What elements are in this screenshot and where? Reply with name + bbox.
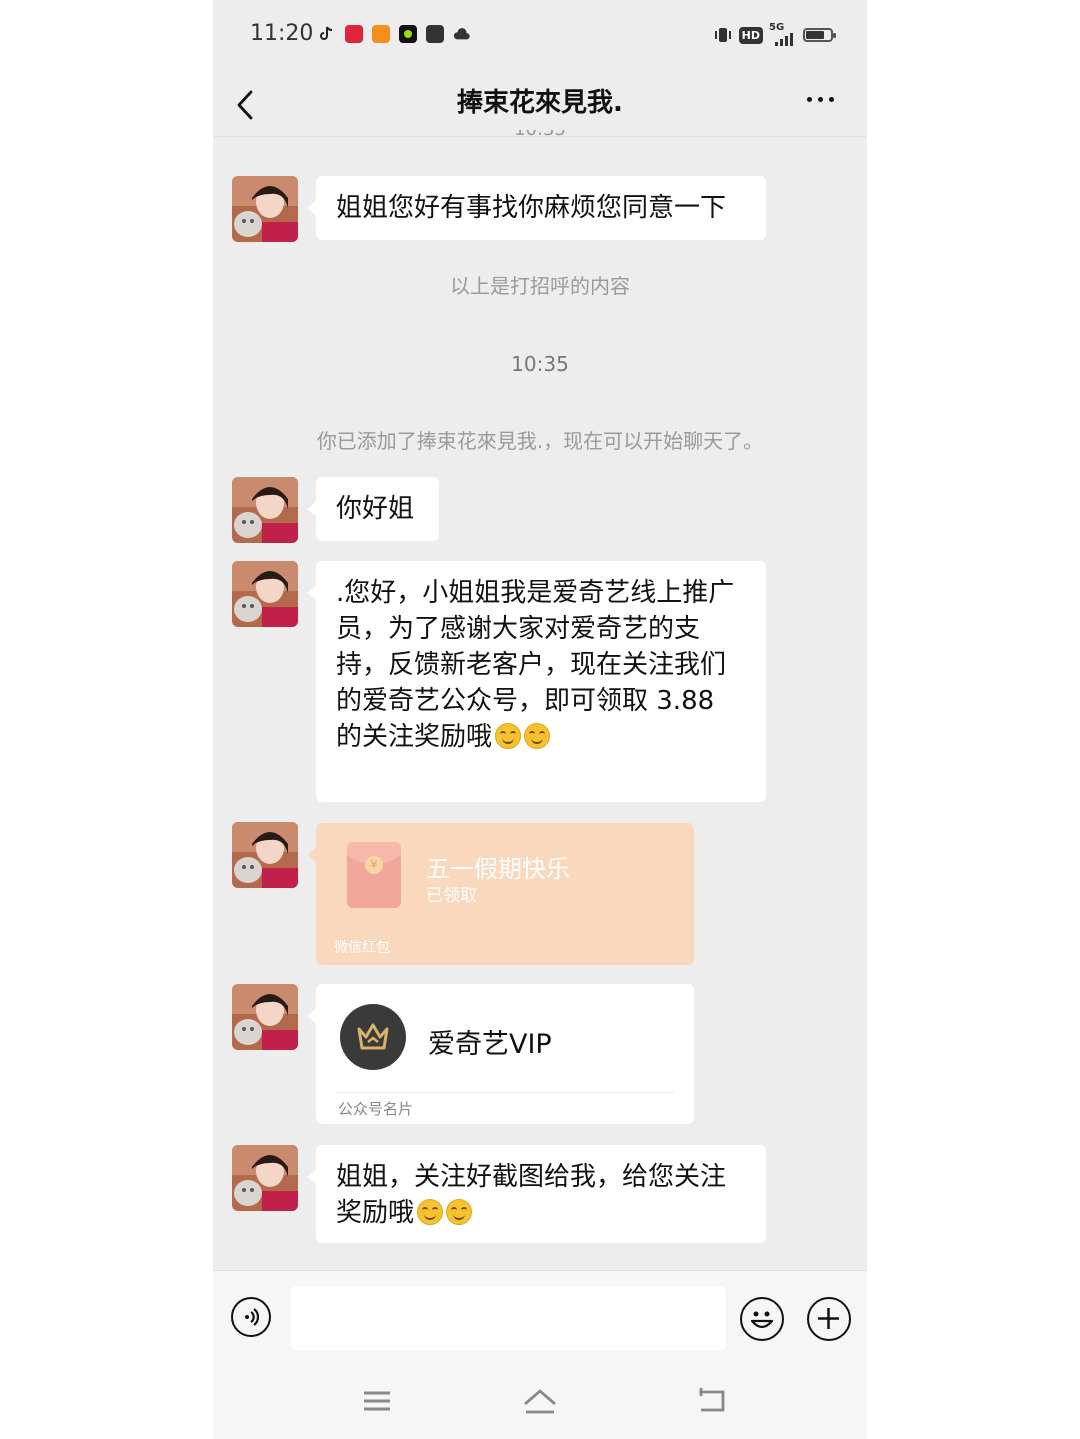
tiktok-icon xyxy=(320,26,333,40)
input-bar xyxy=(213,1270,867,1371)
message-text: 姐姐您好有事找你麻烦您同意一下 xyxy=(336,193,727,223)
home-icon[interactable] xyxy=(520,1384,560,1418)
card-divider xyxy=(336,1092,674,1093)
card-name: 爱奇艺VIP xyxy=(428,1029,552,1060)
smile-emoji-icon xyxy=(524,723,551,749)
message-input[interactable] xyxy=(291,1286,726,1350)
red-packet-title: 五一假期快乐 xyxy=(426,855,570,883)
crown-icon xyxy=(340,1004,406,1070)
mail-icon xyxy=(426,25,444,43)
contact-avatar[interactable] xyxy=(232,822,298,888)
cloud-icon xyxy=(453,28,470,40)
message-text: 你好姐 xyxy=(336,494,415,524)
contact-avatar[interactable] xyxy=(232,176,298,242)
contact-avatar[interactable] xyxy=(232,477,298,543)
added-notice: 你已添加了捧束花來見我.，现在可以开始聊天了。 xyxy=(316,429,764,453)
chat-header: 捧束花來見我. xyxy=(213,70,867,137)
message-bubble-greeting[interactable]: 姐姐您好有事找你麻烦您同意一下 xyxy=(307,176,766,240)
message-bubble-promo[interactable]: .您好，小姐姐我是爱奇艺线上推广员，为了感谢大家对爱奇艺的支持，反馈新老客户，现… xyxy=(307,561,766,802)
hd-badge: HD xyxy=(738,26,763,44)
more-icon[interactable] xyxy=(801,86,841,116)
phone-screen: 11:20 HD 5G 捧束花來見我. 姐姐您好有事找你麻烦您同意一下 以上是打… xyxy=(213,0,867,1439)
app-orange-icon xyxy=(372,25,390,43)
status-indicators: HD 5G xyxy=(713,22,836,46)
system-nav-bar xyxy=(213,1370,867,1439)
timestamp: 10:35 xyxy=(511,352,569,376)
battery-icon xyxy=(803,28,836,42)
red-envelope-icon: ¥ xyxy=(347,842,401,908)
message-bubble-follow[interactable]: 姐姐，关注好截图给我，给您关注奖励哦 xyxy=(307,1145,766,1243)
card-type: 公众号名片 xyxy=(338,1100,414,1118)
contact-avatar[interactable] xyxy=(232,561,298,627)
official-account-card[interactable]: 爱奇艺VIP 公众号名片 xyxy=(307,984,694,1124)
message-bubble-hello[interactable]: 你好姐 xyxy=(307,477,439,541)
back-nav-icon[interactable] xyxy=(691,1384,731,1418)
greeting-note: 以上是打招呼的内容 xyxy=(450,274,630,298)
app-red-icon xyxy=(345,25,363,43)
message-text: 姐姐，关注好截图给我，给您关注奖励哦 xyxy=(336,1162,727,1228)
plus-icon[interactable] xyxy=(807,1297,851,1341)
contact-avatar[interactable] xyxy=(232,984,298,1050)
vibrate-icon xyxy=(714,28,731,42)
app-black-icon xyxy=(399,25,417,43)
contact-avatar[interactable] xyxy=(232,1145,298,1211)
menu-icon[interactable] xyxy=(357,1384,397,1418)
chat-title: 捧束花來見我. xyxy=(457,88,623,118)
smile-emoji-icon xyxy=(417,1199,444,1225)
signal-icon: 5G xyxy=(769,22,797,46)
red-packet-footer: 微信红包 xyxy=(334,940,390,956)
smile-emoji-icon xyxy=(495,723,522,749)
emoji-icon[interactable] xyxy=(740,1297,784,1341)
red-packet-status: 已领取 xyxy=(426,886,477,906)
smile-emoji-icon xyxy=(446,1199,473,1225)
status-bar: 11:20 HD 5G xyxy=(213,0,867,70)
coin-icon: ¥ xyxy=(365,856,383,874)
red-packet-message[interactable]: ¥ 五一假期快乐 已领取 微信红包 xyxy=(307,823,694,965)
voice-icon[interactable] xyxy=(231,1297,271,1337)
cut-timestamp: 10:35 xyxy=(213,130,867,140)
status-time: 11:20 xyxy=(250,21,314,46)
